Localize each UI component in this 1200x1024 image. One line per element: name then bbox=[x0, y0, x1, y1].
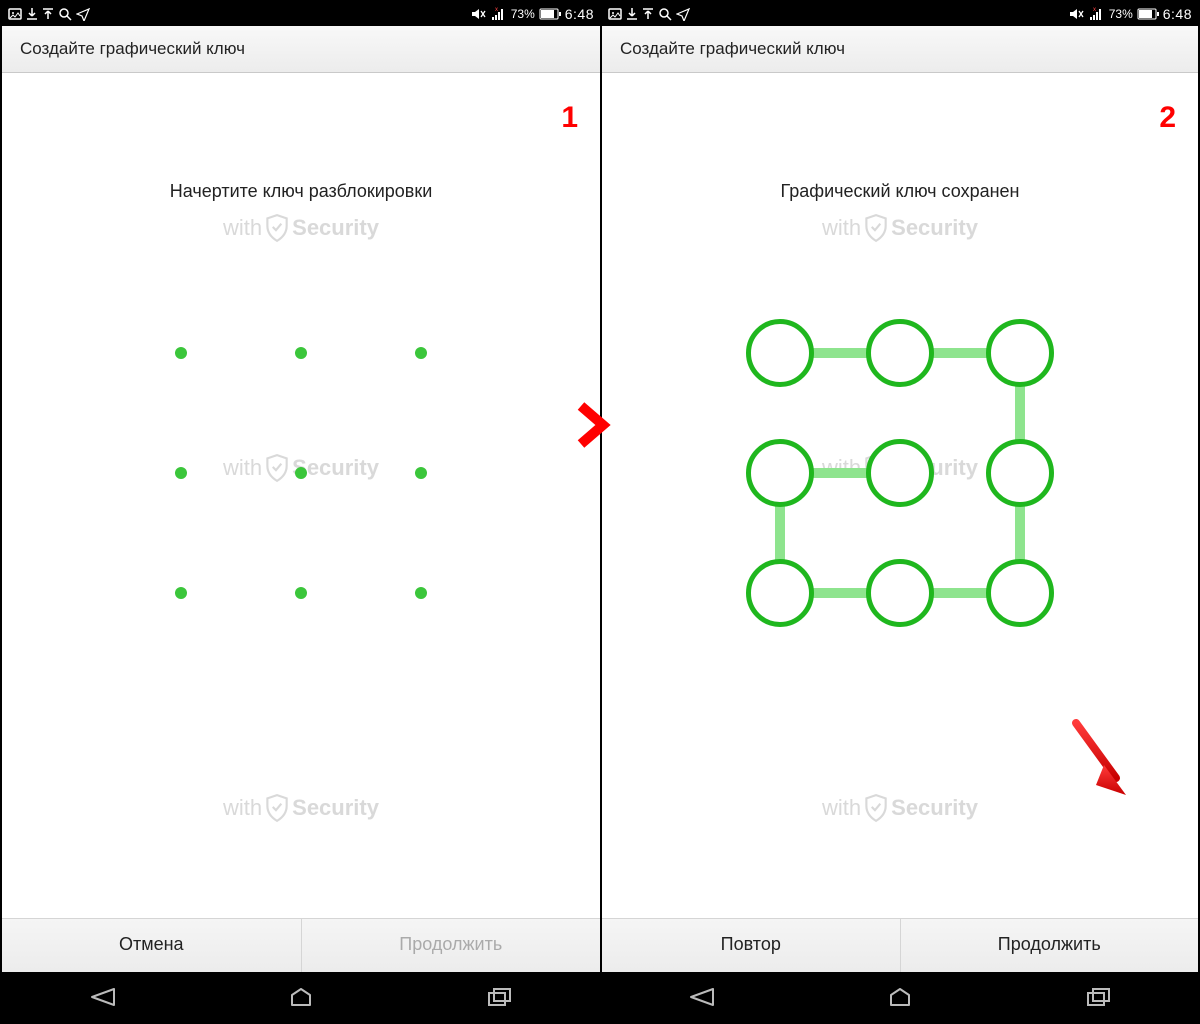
cancel-button[interactable]: Отмена bbox=[2, 919, 301, 972]
signal-icon: x bbox=[491, 7, 507, 21]
pattern-lock-grid[interactable] bbox=[131, 303, 471, 643]
picture-icon bbox=[608, 7, 622, 21]
continue-button[interactable]: Продолжить bbox=[900, 919, 1199, 972]
upload-icon bbox=[642, 7, 654, 21]
retry-button[interactable]: Повтор bbox=[602, 919, 900, 972]
pattern-node-0[interactable] bbox=[175, 347, 187, 359]
search-icon bbox=[58, 7, 72, 21]
shield-icon bbox=[264, 213, 290, 243]
back-button[interactable] bbox=[82, 983, 122, 1011]
download-icon bbox=[626, 7, 638, 21]
clock-text: 6:48 bbox=[565, 6, 594, 22]
shield-icon bbox=[264, 793, 290, 823]
pattern-node-7[interactable] bbox=[866, 559, 934, 627]
pattern-node-3[interactable] bbox=[746, 439, 814, 507]
pattern-lock-grid[interactable] bbox=[730, 303, 1070, 643]
button-row: Повтор Продолжить bbox=[602, 918, 1198, 972]
pattern-node-4[interactable] bbox=[866, 439, 934, 507]
button-row: Отмена Продолжить bbox=[2, 918, 600, 972]
home-button[interactable] bbox=[880, 983, 920, 1011]
pattern-node-5[interactable] bbox=[415, 467, 427, 479]
android-nav-bar bbox=[2, 972, 600, 1022]
pattern-node-8[interactable] bbox=[986, 559, 1054, 627]
battery-text: 73% bbox=[511, 7, 535, 21]
pattern-node-2[interactable] bbox=[986, 319, 1054, 387]
back-button[interactable] bbox=[681, 983, 721, 1011]
content-area: 1 Начертите ключ разблокировки with Secu… bbox=[2, 73, 600, 918]
svg-text:x: x bbox=[495, 7, 498, 13]
pattern-node-0[interactable] bbox=[746, 319, 814, 387]
screen-step1: x 73% 6:48 Создайте графический ключ 1 Н… bbox=[2, 2, 600, 1022]
paper-plane-icon bbox=[76, 7, 90, 21]
watermark: with Security bbox=[223, 213, 379, 243]
battery-icon bbox=[539, 8, 561, 20]
recent-apps-button[interactable] bbox=[1079, 983, 1119, 1011]
instruction-text: Начертите ключ разблокировки bbox=[2, 181, 600, 202]
search-icon bbox=[658, 7, 672, 21]
mute-icon bbox=[1069, 7, 1085, 21]
clock-text: 6:48 bbox=[1163, 6, 1192, 22]
download-icon bbox=[26, 7, 38, 21]
pattern-node-5[interactable] bbox=[986, 439, 1054, 507]
pattern-node-8[interactable] bbox=[415, 587, 427, 599]
signal-icon: x bbox=[1089, 7, 1105, 21]
pattern-node-3[interactable] bbox=[175, 467, 187, 479]
battery-icon bbox=[1137, 8, 1159, 20]
page-title: Создайте графический ключ bbox=[602, 26, 1198, 73]
android-nav-bar bbox=[602, 972, 1198, 1022]
picture-icon bbox=[8, 7, 22, 21]
step-number: 2 bbox=[1159, 101, 1176, 135]
shield-icon bbox=[863, 213, 889, 243]
content-area: 2 Графический ключ сохранен with Securit… bbox=[602, 73, 1198, 918]
paper-plane-icon bbox=[676, 7, 690, 21]
svg-text:x: x bbox=[1093, 7, 1096, 13]
pattern-node-6[interactable] bbox=[746, 559, 814, 627]
pattern-node-4[interactable] bbox=[295, 467, 307, 479]
pointer-arrow-icon bbox=[1066, 713, 1136, 808]
watermark: with Security bbox=[822, 213, 978, 243]
watermark: with Security bbox=[822, 793, 978, 823]
continue-button: Продолжить bbox=[301, 919, 601, 972]
upload-icon bbox=[42, 7, 54, 21]
page-title: Создайте графический ключ bbox=[2, 26, 600, 73]
battery-text: 73% bbox=[1109, 7, 1133, 21]
android-status-bar: x 73% 6:48 bbox=[602, 2, 1198, 26]
mute-icon bbox=[471, 7, 487, 21]
pattern-node-1[interactable] bbox=[866, 319, 934, 387]
pattern-node-7[interactable] bbox=[295, 587, 307, 599]
home-button[interactable] bbox=[281, 983, 321, 1011]
step-number: 1 bbox=[561, 101, 578, 135]
android-status-bar: x 73% 6:48 bbox=[2, 2, 600, 26]
pattern-node-1[interactable] bbox=[295, 347, 307, 359]
shield-icon bbox=[863, 793, 889, 823]
pattern-node-6[interactable] bbox=[175, 587, 187, 599]
screen-step2: x 73% 6:48 Создайте графический ключ 2 Г… bbox=[600, 2, 1198, 1022]
watermark: with Security bbox=[223, 793, 379, 823]
instruction-text: Графический ключ сохранен bbox=[602, 181, 1198, 202]
recent-apps-button[interactable] bbox=[480, 983, 520, 1011]
pattern-node-2[interactable] bbox=[415, 347, 427, 359]
